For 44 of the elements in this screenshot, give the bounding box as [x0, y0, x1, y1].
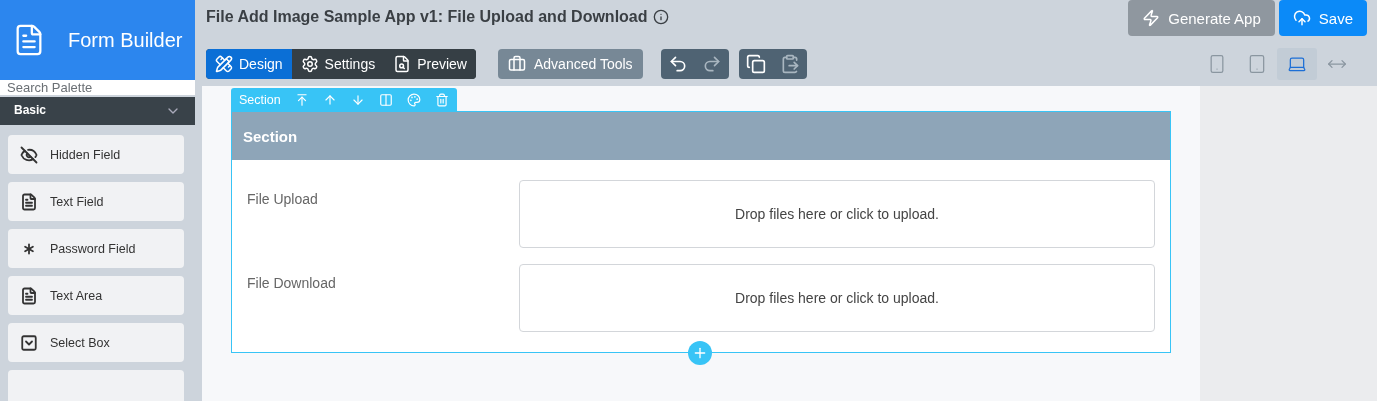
info-icon — [652, 9, 669, 25]
tablet-icon — [1247, 54, 1267, 74]
palette-item-label: Select Box — [50, 335, 110, 350]
undo-icon — [667, 54, 688, 74]
category-header[interactable]: Basic — [0, 97, 195, 125]
palette-item-label: Text Field — [50, 194, 104, 209]
palette-item-label: Text Area — [50, 288, 103, 303]
form-title: File Add Image Sample App v1: File Upload and Download — [206, 8, 648, 26]
palette-item[interactable]: Password Field — [8, 229, 184, 268]
palette-icon — [406, 92, 421, 107]
columns-icon — [378, 92, 393, 107]
palette-item[interactable]: Text Field — [8, 182, 184, 221]
palette-item[interactable]: Text Area — [8, 276, 184, 315]
pencil-ruler-icon — [215, 55, 233, 73]
search-field[interactable]: Search Palette — [0, 80, 195, 97]
document-icon — [20, 192, 38, 211]
arrow-up-to-line-icon — [294, 92, 309, 107]
section-header: Section — [232, 112, 1170, 160]
document-search-icon — [393, 55, 412, 73]
palette-item-label: Password Field — [50, 241, 136, 256]
app-name: Form Builder — [68, 28, 183, 52]
palette-item-label: Hidden Field — [50, 147, 121, 162]
laptop-view-button[interactable] — [1277, 48, 1317, 80]
copy-icon — [745, 54, 766, 74]
briefcase-icon — [508, 55, 526, 73]
file-dropzone[interactable]: Drop files here or click to upload. — [519, 264, 1155, 332]
lightning-icon — [1142, 9, 1161, 27]
add-button[interactable] — [688, 341, 712, 365]
section-toolbar-label: Section — [239, 92, 281, 107]
eye-off-icon — [20, 145, 38, 164]
palette-item[interactable]: Hidden Field — [8, 135, 184, 174]
mode-tab[interactable]: Design — [206, 49, 292, 79]
plus-icon — [692, 345, 708, 361]
document-icon — [20, 286, 38, 305]
trash-icon — [434, 92, 449, 107]
field-label: File Upload — [247, 190, 319, 209]
dropdown-icon — [20, 333, 38, 352]
cloud-upload-icon — [1292, 9, 1311, 27]
save-button[interactable]: Save — [1278, 0, 1367, 36]
settings-icon — [300, 55, 319, 73]
advanced-tools-button[interactable]: Advanced Tools — [498, 49, 643, 79]
file-dropzone[interactable]: Drop files here or click to upload. — [519, 180, 1155, 248]
palette-item[interactable]: Select Box — [8, 323, 184, 362]
field-label: File Download — [247, 274, 337, 293]
